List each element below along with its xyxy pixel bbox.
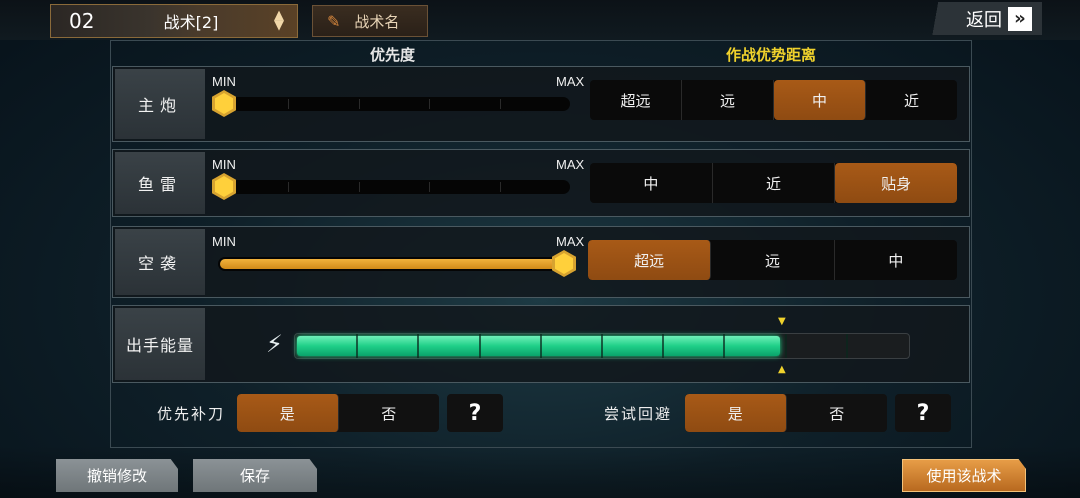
weapon-label: 空袭 <box>115 229 205 295</box>
energy-segment <box>356 334 358 358</box>
energy-segment <box>785 334 787 358</box>
distance-option[interactable]: 超远 <box>590 80 682 120</box>
distance-option[interactable]: 远 <box>711 240 835 280</box>
weapon-label: 主炮 <box>115 69 205 139</box>
min-label: MIN <box>212 74 236 89</box>
energy-segment <box>723 334 725 358</box>
finish-off-toggle: 是 否 <box>237 394 439 432</box>
finish-off-help-button[interactable]: ? <box>447 394 503 432</box>
lightning-icon: ⚡ <box>266 330 283 358</box>
rename-tactic-button[interactable]: ✎ 战术名 <box>312 5 428 37</box>
energy-marker-bottom-icon[interactable]: ▲ <box>778 364 786 375</box>
evade-yes[interactable]: 是 <box>685 394 787 432</box>
finish-off-label: 优先补刀 <box>157 405 226 423</box>
energy-bar[interactable] <box>294 333 910 359</box>
distance-option[interactable]: 近 <box>713 163 836 203</box>
distance-option[interactable]: 中 <box>774 80 866 120</box>
rename-label: 战术名 <box>354 12 400 31</box>
distance-option[interactable]: 贴身 <box>835 163 957 203</box>
energy-fill <box>297 336 780 356</box>
priority-slider[interactable] <box>218 97 570 111</box>
energy-segment <box>417 334 419 358</box>
up-down-arrows-icon[interactable]: ▲ ▼ <box>261 9 297 32</box>
weapon-label: 鱼雷 <box>115 152 205 214</box>
distance-selector: 超远远中近 <box>590 80 957 120</box>
min-label: MIN <box>212 157 236 172</box>
cancel-changes-button[interactable]: 撤销修改 <box>56 459 178 492</box>
priority-slider[interactable] <box>218 180 570 194</box>
back-label: 返回 <box>966 9 1002 31</box>
evade-no[interactable]: 否 <box>787 394 888 432</box>
energy-marker-top-icon[interactable]: ▼ <box>778 316 786 327</box>
back-button[interactable]: 返回 » <box>924 2 1042 35</box>
energy-label: 出手能量 <box>115 308 205 380</box>
min-label: MIN <box>212 234 236 249</box>
energy-segment <box>846 334 848 358</box>
distance-option[interactable]: 近 <box>866 80 957 120</box>
max-label: MAX <box>556 234 585 249</box>
distance-header: 作战优势距离 <box>726 46 817 64</box>
max-label: MAX <box>556 157 585 172</box>
double-chevron-right-icon: » <box>1008 6 1032 31</box>
evade-label: 尝试回避 <box>604 405 673 423</box>
distance-option[interactable]: 中 <box>835 240 957 280</box>
priority-slider[interactable] <box>218 257 570 271</box>
evade-toggle: 是 否 <box>685 394 887 432</box>
pen-icon: ✎ <box>327 11 341 31</box>
max-label: MAX <box>556 74 585 89</box>
energy-segment <box>540 334 542 358</box>
tactic-number: 02 <box>69 9 95 33</box>
priority-fill <box>220 259 568 269</box>
save-button[interactable]: 保存 <box>193 459 317 492</box>
distance-option[interactable]: 超远 <box>588 240 712 280</box>
tactic-name: 战术[2] <box>163 13 219 32</box>
evade-help-button[interactable]: ? <box>895 394 951 432</box>
finish-off-yes[interactable]: 是 <box>237 394 339 432</box>
tactic-selector[interactable]: 02 战术[2] ▲ ▼ <box>50 4 298 38</box>
finish-off-no[interactable]: 否 <box>339 394 440 432</box>
energy-segment <box>479 334 481 358</box>
energy-segment <box>662 334 664 358</box>
distance-option[interactable]: 远 <box>682 80 774 120</box>
priority-header: 优先度 <box>370 46 416 64</box>
distance-selector: 超远远中 <box>588 240 957 280</box>
distance-option[interactable]: 中 <box>590 163 713 203</box>
use-tactic-button[interactable]: 使用该战术 <box>902 459 1026 492</box>
energy-segment <box>601 334 603 358</box>
distance-selector: 中近贴身 <box>590 163 957 203</box>
